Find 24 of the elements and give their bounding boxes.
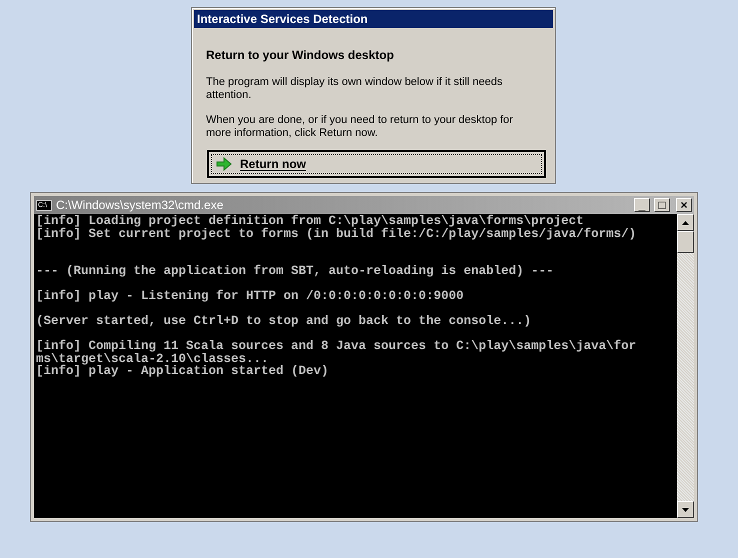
maximize-button[interactable]: □ xyxy=(654,198,670,212)
console-line: [info] Loading project definition from C:\play\samples\java\forms\project xyxy=(36,215,584,228)
console-line: [info] Compiling 11 Scala sources and 8 Java sources to C:\play\samples\java\for xyxy=(36,340,638,352)
console-line: ms\target\scala-2.10\classes... xyxy=(36,352,269,365)
down-arrow-icon xyxy=(682,508,689,512)
message-text: The program will display its own window below if it still needs attention. xyxy=(206,76,504,102)
console-line: [info] play - Listening for HTTP on /0:0:0:0:0:0:0:0:9000 xyxy=(36,290,465,302)
console-line: --- (Running the application from SBT, auto-reloading is enabled) --- xyxy=(36,265,555,278)
window-title: Interactive Services Detection xyxy=(194,10,553,28)
scroll-up-button[interactable] xyxy=(677,214,694,231)
console-line: (Server started, use Ctrl+D to stop and go back to the console...) xyxy=(36,315,532,328)
scrollbar[interactable] xyxy=(677,214,694,518)
window-title: C:\Windows\system32\cmd.exe xyxy=(56,197,224,214)
close-button[interactable]: × xyxy=(676,198,692,212)
console-line: [info] play - Application started (Dev) xyxy=(36,365,330,378)
scroll-down-button[interactable] xyxy=(677,501,694,518)
up-arrow-icon xyxy=(682,220,689,224)
scroll-thumb[interactable] xyxy=(677,231,694,253)
arrow-icon xyxy=(216,157,232,171)
return-now-button[interactable]: Return now xyxy=(207,150,546,178)
minimize-button[interactable]: _ xyxy=(634,198,650,212)
message-text: When you are done, or if you need to return to your desktop for more information, click Return now. xyxy=(206,114,514,140)
console-line: [info] Set current project to forms (in build file:/C:/play/samples/java/forms/) xyxy=(36,228,638,240)
dialog-heading: Return to your Windows desktop xyxy=(206,47,395,64)
